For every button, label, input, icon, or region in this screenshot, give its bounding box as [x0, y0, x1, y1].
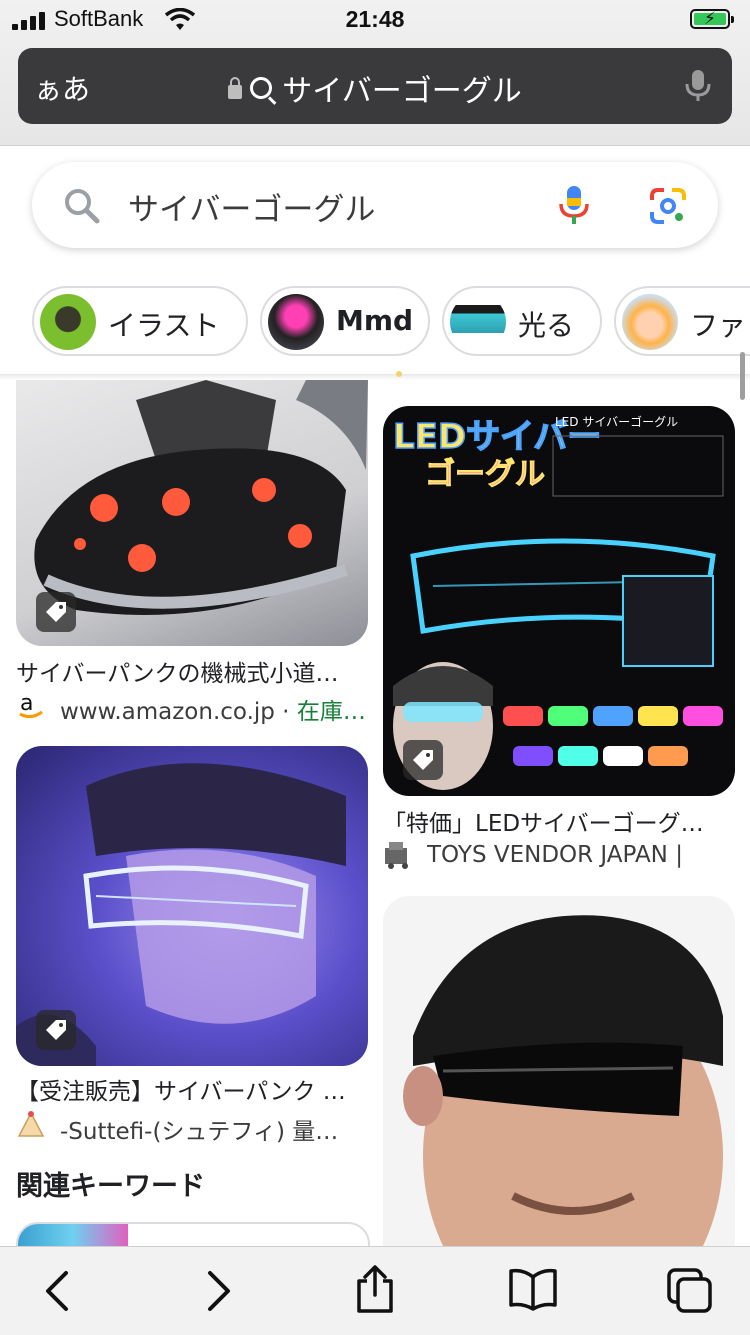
result-source[interactable]: www.amazon.co.jp · 在庫…: [60, 692, 368, 726]
address-bar[interactable]: ぁあ サイバーゴーグル: [18, 48, 732, 124]
chip-thumbnail: [622, 294, 678, 350]
shopping-tag[interactable]: [36, 1010, 76, 1050]
chip-fa[interactable]: ファ: [614, 286, 750, 356]
man-goggle-illustration: [403, 915, 723, 1246]
chip-thumbnail: [40, 294, 96, 350]
chip-hikaru[interactable]: 光る: [442, 286, 602, 356]
address-text: サイバーゴーグル: [282, 74, 522, 109]
result-image[interactable]: [383, 896, 735, 1246]
result-source[interactable]: TOYS VENDOR JAPAN |: [427, 842, 735, 868]
search-icon: [250, 77, 273, 99]
tag-icon: [46, 1020, 66, 1040]
chip-illust[interactable]: イラスト: [32, 286, 248, 356]
shopping-tag[interactable]: [403, 740, 443, 780]
share-icon[interactable]: [354, 1263, 396, 1315]
lock-icon: [228, 77, 243, 99]
result-source[interactable]: -Suttefi-(シュテフィ) 量…: [60, 1112, 368, 1146]
poster-corner-label: LED サイバーゴーグル: [555, 414, 678, 429]
related-keywords-heading: 関連キーワード: [16, 1171, 205, 1202]
result-image[interactable]: LEDサイバー ゴーグル LED サイバーゴーグル: [383, 406, 735, 796]
chip-label: イラスト: [108, 309, 220, 342]
amazon-icon: a: [19, 691, 43, 719]
forward-icon[interactable]: [204, 1269, 234, 1313]
google-search-box[interactable]: サイバーゴーグル: [32, 162, 718, 248]
result-card[interactable]: サイバーパンクの機械式小道… a www.amazon.co.jp · 在庫…: [16, 380, 368, 725]
mic-icon[interactable]: [684, 68, 712, 104]
bookmarks-icon[interactable]: [508, 1267, 558, 1311]
result-title[interactable]: 【受注販売】サイバーパンク …: [16, 1072, 368, 1106]
led-poster-illustration: LEDサイバー ゴーグル LED サイバーゴーグル: [392, 414, 724, 790]
result-card[interactable]: 【受注販売】サイバーパンク … -Suttefi-(シュテフィ) 量…: [16, 746, 368, 1146]
battery-icon: ⚡: [690, 9, 734, 29]
result-title[interactable]: 「特価」LEDサイバーゴーグ…: [383, 804, 735, 838]
lens-icon[interactable]: [648, 186, 688, 226]
poster-headline-2: ゴーグル: [425, 457, 545, 492]
partial-dot: [396, 371, 402, 377]
result-title[interactable]: サイバーパンクの機械式小道…: [16, 654, 368, 688]
chip-mmd[interactable]: Mmd: [260, 286, 430, 356]
chip-label: ファ: [690, 309, 747, 342]
store-icon: [17, 1111, 45, 1137]
browser-top-chrome: SoftBank 21:48 ⚡ ぁあ サイバーゴーグル: [0, 0, 750, 146]
scroll-indicator[interactable]: [740, 352, 745, 400]
search-icon: [65, 189, 100, 224]
tabs-icon[interactable]: [666, 1267, 714, 1315]
search-query[interactable]: サイバーゴーグル: [128, 184, 375, 229]
shopping-tag[interactable]: [36, 592, 76, 632]
result-card[interactable]: [383, 896, 735, 1246]
tag-icon: [46, 602, 66, 622]
chip-label: 光る: [518, 309, 575, 342]
suggestion-chips: イラスト Mmd 光る ファ: [0, 286, 750, 360]
chip-label: Mmd: [336, 304, 414, 337]
store-icon: [385, 842, 408, 869]
svg-text:a: a: [20, 691, 33, 716]
back-icon[interactable]: [42, 1269, 72, 1313]
source-domain: www.amazon.co.jp ·: [60, 699, 297, 725]
clock: 21:48: [345, 6, 405, 32]
stock-status: 在庫…: [296, 699, 366, 725]
tag-icon: [413, 750, 433, 770]
chip-thumbnail: [450, 294, 506, 350]
voice-search-icon[interactable]: [554, 184, 594, 226]
browser-toolbar: [0, 1246, 750, 1335]
address-display: サイバーゴーグル: [18, 66, 732, 110]
result-card[interactable]: LEDサイバー ゴーグル LED サイバーゴーグル 「特価」LEDサイバーゴーグ…: [383, 364, 735, 869]
chip-thumbnail: [268, 294, 324, 350]
